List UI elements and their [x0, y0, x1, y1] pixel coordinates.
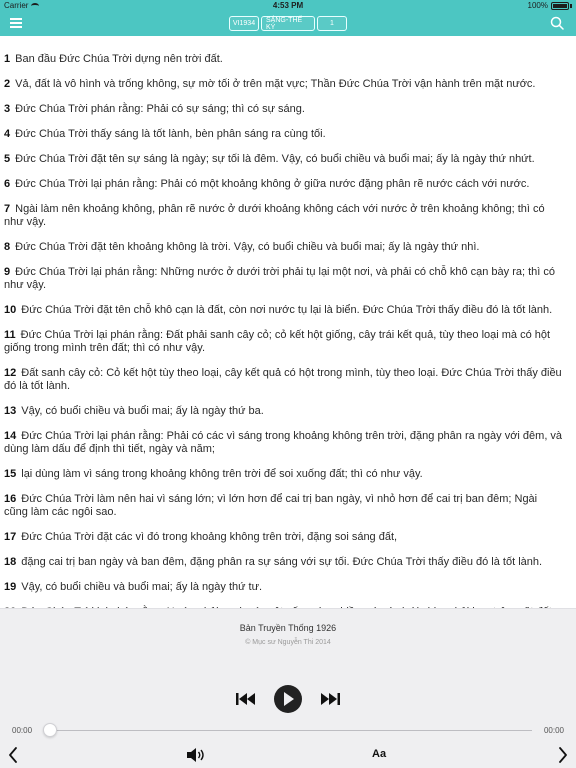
verse[interactable]: 8 Đức Chúa Trời đặt tên khoảng không là t… [4, 241, 564, 254]
verse-text: Đức Chúa Trời đặt các vì đó trong khoảng… [21, 531, 398, 543]
playback-controls [0, 685, 576, 713]
progress-thumb[interactable] [43, 723, 57, 737]
verse[interactable]: 11 Đức Chúa Trời lại phán rằng: Đất phải … [4, 329, 564, 355]
player-title: Bản Truyền Thống 1926 [239, 623, 337, 633]
verse[interactable]: 12 Đất sanh cây cỏ: Cỏ kết hột tùy theo l… [4, 367, 564, 393]
chapter-text[interactable]: 1 Ban đầu Đức Chúa Trời dựng nên trời đất… [0, 36, 576, 608]
verse[interactable]: 7 Ngài làm nên khoảng không, phân rẽ nước… [4, 203, 564, 229]
verse[interactable]: 17 Đức Chúa Trời đặt các vì đó trong khoả… [4, 531, 564, 544]
passage-selector: VI1934 SÁNG-THẾ KÝ 1 [0, 16, 576, 31]
search-icon[interactable] [550, 16, 564, 30]
verse-text: Đức Chúa Trời lại phán rằng: Phải có một… [15, 178, 530, 190]
verse-number: 12 [4, 367, 17, 379]
verse-number: 13 [4, 405, 17, 417]
verse[interactable]: 19 Vậy, có buổi chiều và buổi mai; ấy là … [4, 581, 564, 594]
verse-number: 14 [4, 430, 17, 442]
verse-number: 8 [4, 241, 11, 253]
remaining-time: 00:00 [543, 726, 564, 735]
verse-text: Vậy, có buổi chiều và buổi mai; ấy là ng… [21, 581, 263, 593]
chapter-button[interactable]: 1 [317, 16, 347, 31]
verse-number: 4 [4, 128, 11, 140]
status-bar: Carrier 4:53 PM 100% [0, 0, 576, 12]
progress-track[interactable] [48, 730, 532, 731]
nav-bar: VI1934 SÁNG-THẾ KÝ 1 [0, 12, 576, 36]
font-size-button[interactable]: Aa [372, 748, 386, 760]
verse-number: 16 [4, 493, 17, 505]
verse-text: Ban đầu Đức Chúa Trời dựng nên trời đất. [15, 53, 223, 65]
verse-number: 7 [4, 203, 11, 215]
verse[interactable]: 14 Đức Chúa Trời lại phán rằng: Phải có c… [4, 430, 564, 456]
elapsed-time: 00:00 [12, 726, 33, 735]
verse-text: Vả, đất là vô hình và trống không, sự mờ… [15, 78, 536, 90]
verse-number: 11 [4, 329, 16, 341]
verse[interactable]: 18 đặng cai trị ban ngày và ban đêm, đặng… [4, 556, 564, 569]
audio-player: Bản Truyền Thống 1926 © Mục sư Nguyễn Th… [0, 608, 576, 768]
verse[interactable]: 15 lại dùng làm vì sáng trong khoảng khôn… [4, 468, 564, 481]
verse-text: Đức Chúa Trời lại phán rằng: Những nước … [4, 266, 556, 291]
rewind-icon[interactable] [236, 692, 256, 706]
book-button[interactable]: SÁNG-THẾ KÝ [261, 16, 315, 31]
verse-number: 1 [4, 53, 11, 65]
verse-text: Ngài làm nên khoảng không, phân rẽ nước … [4, 203, 545, 228]
verse-text: Đức Chúa Trời lại phán rằng: Đất phải sa… [4, 329, 551, 354]
verse-text: Đức Chúa Trời đặt tên chỗ khô cạn là đất… [21, 304, 553, 316]
player-credit: © Mục sư Nguyễn Thi 2014 [245, 639, 331, 646]
verse-number: 15 [4, 468, 17, 480]
battery-icon [551, 1, 569, 10]
status-time: 4:53 PM [272, 1, 304, 10]
verse[interactable]: 16 Đức Chúa Trời làm nên hai vì sáng lớn;… [4, 493, 564, 519]
verse-text: Đất sanh cây cỏ: Cỏ kết hột tùy theo loạ… [4, 367, 562, 392]
status-right: 100% [528, 1, 572, 10]
verse-text: Đức Chúa Trời làm nên hai vì sáng lớn; v… [4, 493, 538, 518]
verse[interactable]: 4 Đức Chúa Trời thấy sáng là tốt lành, bè… [4, 128, 564, 141]
verse-text: Đức Chúa Trời đặt tên sự sáng là ngày; s… [15, 153, 535, 165]
verse[interactable]: 13 Vậy, có buổi chiều và buổi mai; ấy là … [4, 405, 564, 418]
player-toolbar: Aa [0, 745, 576, 765]
verse[interactable]: 3 Đức Chúa Trời phán rằng: Phải có sự sán… [4, 103, 564, 116]
version-button[interactable]: VI1934 [229, 16, 259, 31]
verse-text: Đức Chúa Trời thấy sáng là tốt lành, bèn… [15, 128, 326, 140]
verse[interactable]: 5 Đức Chúa Trời đặt tên sự sáng là ngày; … [4, 153, 564, 166]
verse-number: 19 [4, 581, 17, 593]
verse[interactable]: 2 Vả, đất là vô hình và trống không, sự m… [4, 78, 564, 91]
play-icon [284, 692, 294, 706]
verse-number: 18 [4, 556, 17, 568]
verse-number: 9 [4, 266, 11, 278]
battery-percent: 100% [527, 1, 548, 10]
verse-text: Đức Chúa Trời lại phán rằng: Phải có các… [4, 430, 563, 455]
verse-number: 6 [4, 178, 11, 190]
fast-forward-icon[interactable] [320, 692, 340, 706]
verse-text: Đức Chúa Trời phán rằng: Phải có sự sáng… [15, 103, 305, 115]
verse-text: Đức Chúa Trời đặt tên khoảng không là tr… [15, 241, 480, 253]
verse-text: lại dùng làm vì sáng trong khoảng không … [21, 468, 423, 480]
verse-number: 17 [4, 531, 17, 543]
verse-number: 2 [4, 78, 11, 90]
verse[interactable]: 6 Đức Chúa Trời lại phán rằng: Phải có mộ… [4, 178, 564, 191]
verse[interactable]: 1 Ban đầu Đức Chúa Trời dựng nên trời đất… [4, 53, 564, 66]
verse-number: 10 [4, 304, 17, 316]
verse-text: đặng cai trị ban ngày và ban đêm, đặng p… [21, 556, 543, 568]
play-button[interactable] [274, 685, 302, 713]
verse[interactable]: 10 Đức Chúa Trời đặt tên chỗ khô cạn là đ… [4, 304, 564, 317]
volume-icon[interactable] [186, 747, 206, 763]
next-chapter-icon[interactable] [558, 747, 568, 763]
verse-number: 5 [4, 153, 11, 165]
verse-number: 3 [4, 103, 11, 115]
previous-chapter-icon[interactable] [8, 747, 18, 763]
verse-text: Vậy, có buổi chiều và buổi mai; ấy là ng… [21, 405, 264, 417]
verse[interactable]: 9 Đức Chúa Trời lại phán rằng: Những nước… [4, 266, 564, 292]
battery-tip-icon [570, 3, 572, 8]
